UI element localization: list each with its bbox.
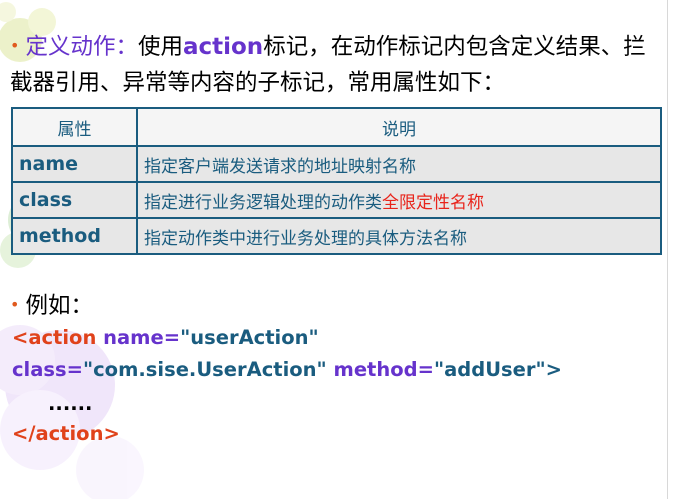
- slide: • 定义动作：使用action标记，在动作标记内包含定义结果、拦截器引用、异常等内…: [0, 0, 676, 499]
- code-line-1: <action name="userAction": [12, 326, 319, 349]
- table-header-desc: 说明: [136, 107, 662, 147]
- table-header-attr: 属性: [11, 107, 138, 147]
- table-row: class 指定进行业务逻辑处理的动作类全限定性名称: [11, 181, 662, 219]
- code-attr-name: name=: [103, 326, 181, 349]
- desc-highlight: 全限定性名称: [382, 192, 484, 213]
- bullet-icon: •: [10, 36, 20, 55]
- example-heading: • 例如：: [10, 288, 93, 320]
- code-value-class: "com.sise.UserAction": [82, 358, 327, 381]
- intro-keyword: action: [182, 34, 264, 60]
- table-cell-desc: 指定进行业务逻辑处理的动作类全限定性名称: [136, 181, 662, 219]
- code-attr-method: method=: [333, 358, 434, 381]
- table-cell-attr: name: [11, 145, 138, 183]
- table-cell-desc: 指定客户端发送请求的地址映射名称: [136, 145, 662, 183]
- code-attr-class: class=: [12, 358, 83, 381]
- code-line-3: ......: [48, 392, 93, 415]
- table-cell-desc: 指定动作类中进行业务处理的具体方法名称: [136, 217, 662, 255]
- intro-label: 定义动作：: [25, 34, 138, 60]
- intro-text-before: 使用: [137, 34, 183, 60]
- desc-text: 指定客户端发送请求的地址映射名称: [144, 156, 416, 177]
- table-row: method 指定动作类中进行业务处理的具体方法名称: [11, 217, 662, 255]
- desc-text: 指定动作类中进行业务处理的具体方法名称: [144, 228, 467, 249]
- table-header-row: 属性 说明: [11, 107, 662, 147]
- example-label: 例如：: [25, 293, 93, 319]
- desc-text: 指定进行业务逻辑处理的动作类: [144, 192, 382, 213]
- attributes-table: 属性 说明 name 指定客户端发送请求的地址映射名称 class 指定进行业务…: [11, 107, 662, 255]
- code-value-method: "addUser": [433, 358, 546, 381]
- code-tag-close: </action>: [12, 422, 120, 445]
- code-tag-open: <action: [12, 326, 97, 349]
- bullet-icon: •: [10, 295, 20, 314]
- intro-paragraph: • 定义动作：使用action标记，在动作标记内包含定义结果、拦截器引用、异常等内…: [10, 30, 650, 100]
- code-value-name: "userAction": [180, 326, 319, 349]
- table-row: name 指定客户端发送请求的地址映射名称: [11, 145, 662, 183]
- code-line-4: </action>: [12, 422, 120, 445]
- code-line-2: class="com.sise.UserAction" method="addU…: [12, 358, 562, 381]
- table-cell-attr: class: [11, 181, 138, 219]
- table-cell-attr: method: [11, 217, 138, 255]
- slide-edge: [667, 0, 668, 499]
- code-tag-end: >: [545, 358, 562, 381]
